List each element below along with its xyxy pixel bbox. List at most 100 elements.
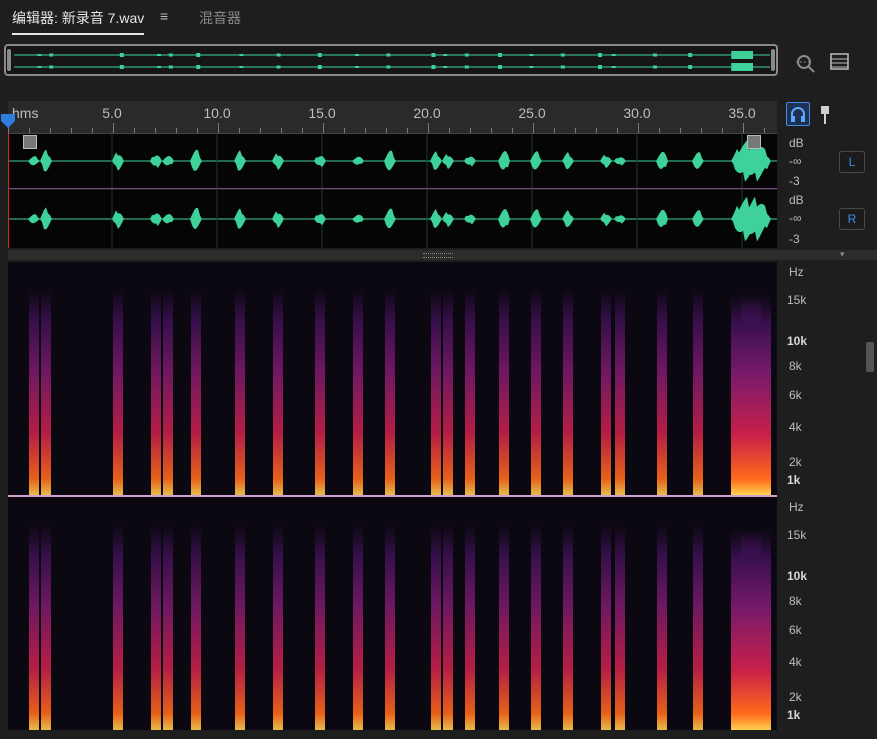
panel-list-icon[interactable] <box>830 53 850 71</box>
overview-navigator[interactable] <box>4 44 778 76</box>
ruler-label: 20.0 <box>413 105 441 121</box>
spectral-burst <box>29 290 39 495</box>
waveform-left-channel[interactable] <box>8 134 777 188</box>
overview-waveform <box>14 51 770 71</box>
spectral-burst <box>741 530 771 730</box>
hz-label: 6k <box>789 388 802 402</box>
zoom-icon[interactable] <box>794 52 816 74</box>
spectrogram-right-channel[interactable] <box>8 497 777 730</box>
ruler-tick <box>29 128 30 133</box>
ruler-tick <box>575 128 576 133</box>
spectral-burst <box>163 290 173 495</box>
spectral-burst <box>191 525 201 730</box>
ruler-tick <box>260 128 261 133</box>
ruler-tick <box>659 128 660 133</box>
channel-divider <box>8 188 777 189</box>
spectral-burst <box>531 525 541 730</box>
fade-out-handle[interactable] <box>747 135 761 149</box>
time-ruler[interactable]: hms 5.0 10.0 15.0 20.0 25.0 30.0 35.0 <box>8 101 777 134</box>
hz-label: 10k <box>787 334 808 348</box>
spectral-burst <box>431 290 441 495</box>
spectral-burst <box>385 525 395 730</box>
ruler-tick <box>365 128 366 133</box>
db-neg3-label: -3 <box>789 232 800 246</box>
hamburger-icon[interactable]: ≡ <box>160 8 168 24</box>
playhead-marker-icon[interactable] <box>0 113 16 132</box>
spectral-burst <box>499 525 509 730</box>
panel-splitter[interactable]: ▾ <box>8 249 877 260</box>
hz-label: 2k <box>789 690 802 704</box>
spectral-burst <box>353 525 363 730</box>
tab-mixer[interactable]: 混音器 <box>199 8 241 28</box>
spectral-burst <box>431 525 441 730</box>
spectral-burst <box>151 290 161 495</box>
ruler-tick <box>743 123 744 133</box>
waveform-right-channel[interactable] <box>8 190 777 248</box>
spectral-burst <box>693 290 703 495</box>
ruler-label: 25.0 <box>518 105 546 121</box>
overview-right-handle[interactable] <box>771 49 775 71</box>
spectral-burst <box>315 290 325 495</box>
ruler-tick <box>176 128 177 133</box>
ruler-tick <box>218 123 219 133</box>
ruler-tick <box>50 128 51 133</box>
spectral-burst <box>601 525 611 730</box>
db-inf-label: -∞ <box>789 154 802 168</box>
hz-label: 4k <box>789 655 802 669</box>
hz-label: 1k <box>787 473 801 487</box>
spectral-burst <box>41 525 51 730</box>
channel-right-badge[interactable]: R <box>839 208 865 230</box>
hz-label: 1k <box>787 708 801 722</box>
ruler-tick <box>554 128 555 133</box>
ruler-label: 30.0 <box>623 105 651 121</box>
playhead-line <box>8 133 9 248</box>
ruler-tick <box>764 128 765 133</box>
spectral-burst <box>563 525 573 730</box>
fade-in-handle[interactable] <box>23 135 37 149</box>
spectral-burst <box>443 525 453 730</box>
ruler-tick <box>701 128 702 133</box>
ruler-tick <box>386 128 387 133</box>
overview-left-handle[interactable] <box>7 49 11 71</box>
spectrogram-left-channel[interactable] <box>8 262 777 495</box>
ruler-tick <box>470 128 471 133</box>
vertical-scroll-handle[interactable] <box>866 342 874 372</box>
channel-left-badge[interactable]: L <box>839 151 865 173</box>
spectral-burst <box>353 290 363 495</box>
ruler-tick <box>323 123 324 133</box>
spectral-burst <box>465 290 475 495</box>
spectral-burst <box>693 525 703 730</box>
ruler-tick <box>407 128 408 133</box>
hz-label: 4k <box>789 420 802 434</box>
ruler-tick <box>344 128 345 133</box>
ruler-tick <box>512 128 513 133</box>
spectral-burst <box>151 525 161 730</box>
hz-label: 10k <box>787 569 808 583</box>
ruler-tick <box>71 128 72 133</box>
ruler-label: 35.0 <box>728 105 756 121</box>
ruler-label: 5.0 <box>102 105 122 121</box>
spectral-burst <box>113 290 123 495</box>
spectral-burst <box>235 290 245 495</box>
db-neg3-label: -3 <box>789 174 800 188</box>
marker-pin-icon[interactable] <box>819 105 831 128</box>
spectral-burst <box>273 290 283 495</box>
spectral-burst <box>601 290 611 495</box>
ruler-tick <box>617 128 618 133</box>
spectral-burst <box>465 525 475 730</box>
hz-unit-label: Hz <box>789 265 804 279</box>
spectral-burst <box>315 525 325 730</box>
hz-unit-label: Hz <box>789 500 804 514</box>
ruler-tick <box>302 128 303 133</box>
db-label: dB <box>789 136 804 150</box>
ruler-tick <box>239 128 240 133</box>
hz-label: 15k <box>787 293 807 307</box>
ruler-tick <box>596 128 597 133</box>
spectral-burst <box>113 525 123 730</box>
tab-editor[interactable]: 编辑器: 新录音 7.wav <box>12 8 145 35</box>
ruler-tick <box>113 123 114 133</box>
spectral-burst <box>29 525 39 730</box>
headphones-icon[interactable] <box>786 102 810 126</box>
spectral-burst <box>499 290 509 495</box>
db-inf-label: -∞ <box>789 211 802 225</box>
